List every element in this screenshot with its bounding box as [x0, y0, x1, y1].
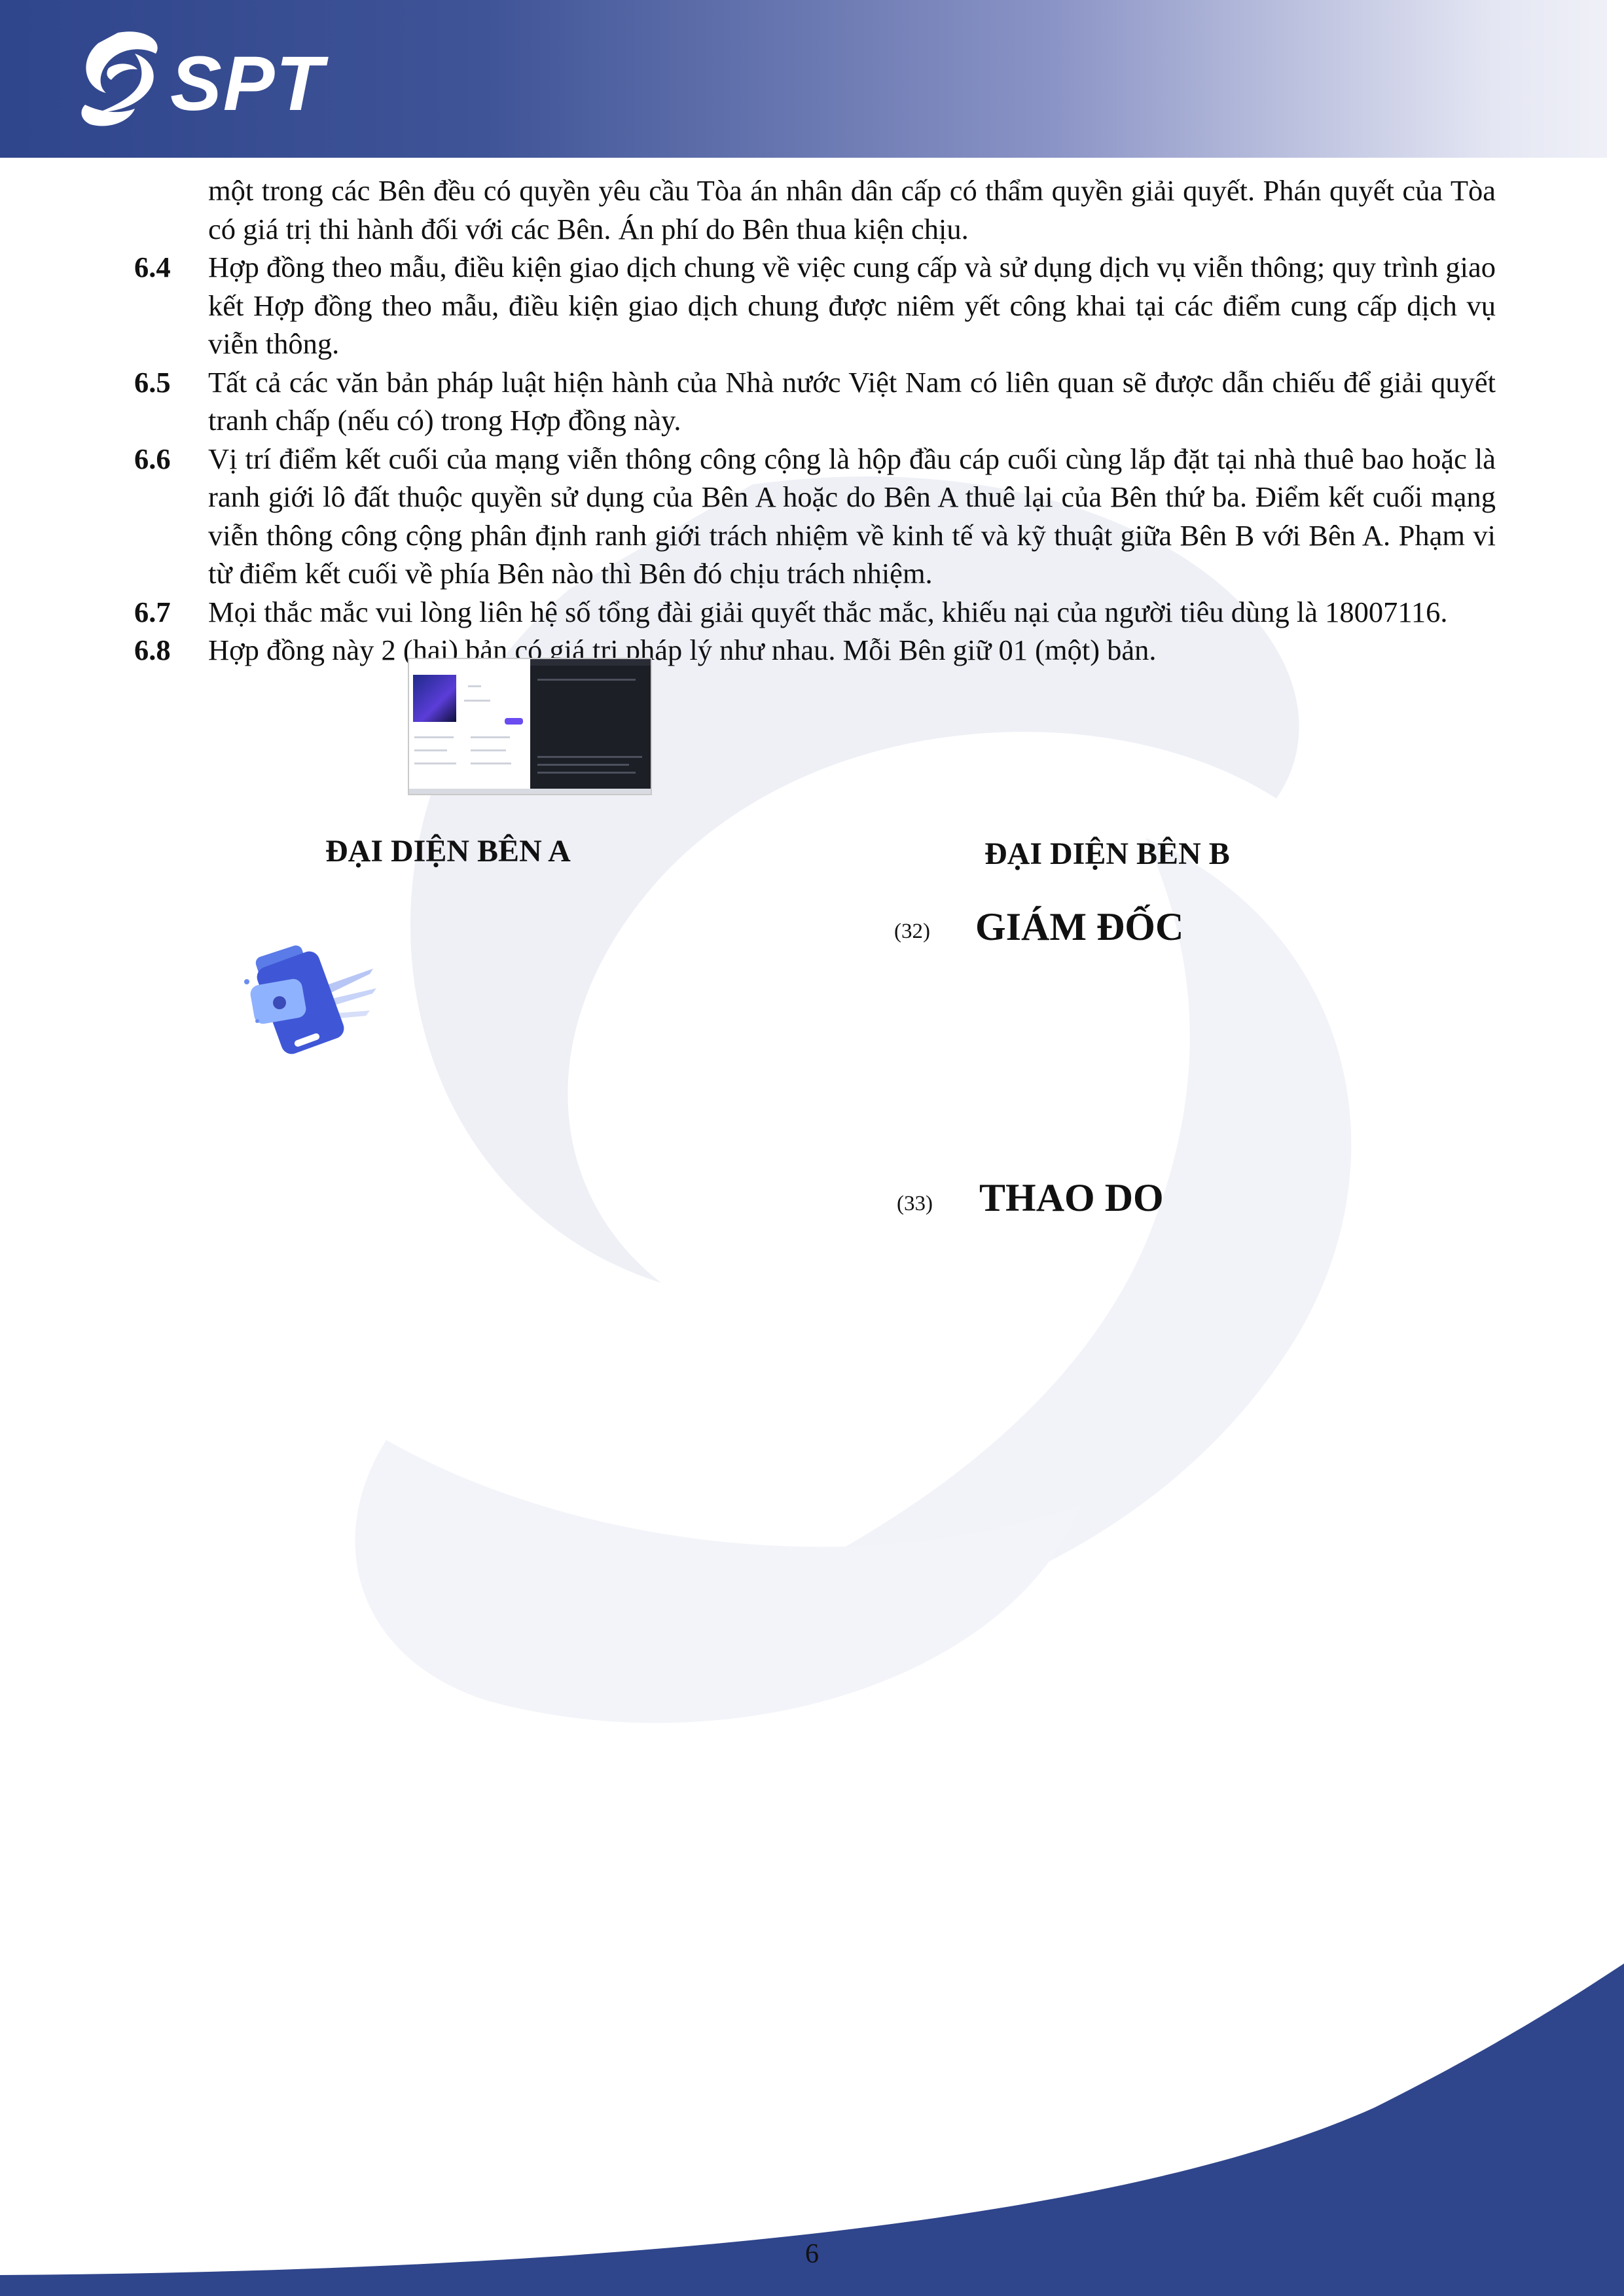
party-b-label: ĐẠI DIỆN BÊN B: [984, 836, 1230, 871]
clause-6-7: 6.7 Mọi thắc mắc vui lòng liên hệ số tổn…: [134, 593, 1496, 632]
clause-text: Hợp đồng theo mẫu, điều kiện giao dịch c…: [208, 251, 1496, 360]
party-b-name: THAO DO: [979, 1176, 1164, 1219]
contract-body: một trong các Bên đều có quyền yêu cầu T…: [134, 171, 1496, 670]
clause-6-4: 6.4 Hợp đồng theo mẫu, điều kiện giao dị…: [134, 248, 1496, 363]
thumb-hero-image: [413, 675, 456, 722]
clause-text: Mọi thắc mắc vui lòng liên hệ số tổng đà…: [208, 595, 1448, 628]
clause-text: Vị trí điểm kết cuối của mạng viễn thông…: [208, 442, 1496, 590]
thumb-taskbar: [409, 789, 651, 794]
thumb-app-panel: [409, 659, 530, 794]
spt-logo: SPT: [72, 27, 334, 132]
thumb-button: [505, 718, 523, 725]
clause-text: Tất cả các văn bản pháp luật hiện hành c…: [208, 365, 1496, 437]
clause-number: 6.7: [134, 595, 171, 628]
party-b-title: GIÁM ĐỐC: [975, 905, 1184, 948]
clause-number: 6.5: [134, 365, 171, 399]
spt-logo-mark-icon: [81, 31, 158, 126]
clause-number: 6.8: [134, 634, 171, 666]
page-number: 6: [805, 2239, 819, 2269]
reference-number: (32): [894, 920, 930, 943]
party-a-label: ĐẠI DIỆN BÊN A: [325, 834, 571, 869]
clause-6-5: 6.5 Tất cả các văn bản pháp luật hiện hà…: [134, 363, 1496, 440]
clause-number: 6.6: [134, 442, 171, 475]
clause-text: Hợp đồng này 2 (hai) bản có giá trị pháp…: [208, 634, 1157, 666]
embedded-screenshot: [408, 658, 652, 795]
logo-text: SPT: [170, 41, 325, 127]
app-phone-icon: [244, 945, 376, 1054]
header-edge: [1607, 0, 1624, 158]
clause-6-8: 6.8 Hợp đồng này 2 (hai) bản có giá trị …: [134, 631, 1496, 670]
clause-6-6: 6.6 Vị trí điểm kết cuối của mạng viễn t…: [134, 440, 1496, 593]
reference-number: (33): [897, 1192, 933, 1215]
intro-paragraph: một trong các Bên đều có quyền yêu cầu T…: [208, 174, 1496, 245]
clause-number: 6.4: [134, 251, 171, 283]
